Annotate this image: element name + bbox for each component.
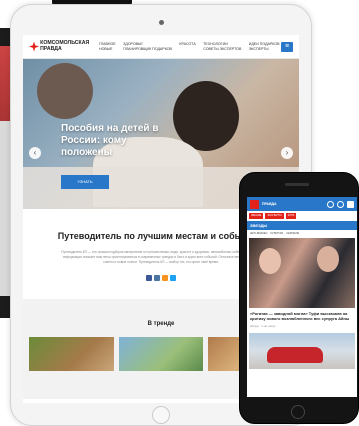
- facebook-icon[interactable]: [146, 275, 152, 281]
- nav-item-gift-planner[interactable]: ПЛАНИРОВЩИК ПОДАРКОВ: [123, 47, 173, 51]
- menu-button[interactable]: ≡: [281, 41, 293, 52]
- nav-item-tech[interactable]: ТЕХНОЛОГИИ: [203, 42, 243, 46]
- site-logo[interactable]: КОМСОМОЛЬСКАЯ ПРАВДА: [29, 40, 99, 52]
- location-icon[interactable]: [337, 200, 344, 208]
- vk-icon[interactable]: [154, 275, 160, 281]
- phone-section-title[interactable]: ЗВЕЗДЫ: [247, 221, 357, 230]
- trend-thumb-dog[interactable]: [29, 337, 114, 371]
- trend-thumb-park[interactable]: [118, 337, 204, 371]
- phone-screen: ПРАВДА ЗВАНИЕ ЭКСПЕРТЫ КЛУБ ЗВЕЗДЫ ШОУ-Б…: [247, 197, 357, 397]
- star-logo-icon: [29, 42, 37, 52]
- twitter-icon[interactable]: [170, 275, 176, 281]
- ok-icon[interactable]: [162, 275, 168, 281]
- phone-tag-showbiz[interactable]: ШОУ-БИЗНЕС: [250, 232, 267, 236]
- menu-icon: ≡: [284, 42, 290, 50]
- chevron-left-icon: ‹: [33, 148, 37, 157]
- hero-photo-father: [37, 63, 93, 119]
- phone-logo[interactable]: ПРАВДА: [262, 202, 324, 206]
- hero-learn-button[interactable]: Узнать: [61, 175, 109, 189]
- main-nav: ГЛАВНОЕ ЗДОРОВЬЕ КРАСОТА ТЕХНОЛОГИИ ИДЕИ…: [99, 42, 281, 51]
- phone-ad-car[interactable]: [249, 333, 355, 369]
- nav-item-experts[interactable]: ЭКСПЕРТЫ: [249, 47, 281, 51]
- phone-article-meta: Звёзды · 1 час назад: [250, 325, 276, 328]
- phone-header: ПРАВДА: [247, 197, 357, 211]
- phone-tag-series[interactable]: СЕРИАЛЫ: [286, 232, 299, 236]
- nav-item-blank: [179, 47, 197, 51]
- phone-tabs: ЗВАНИЕ ЭКСПЕРТЫ КЛУБ: [247, 211, 357, 221]
- phone-article-caption[interactable]: «Рогатая — заводной могла» Туфи высказал…: [250, 311, 354, 321]
- photo-face-man: [317, 246, 339, 272]
- chevron-right-icon: ›: [285, 148, 289, 157]
- user-icon[interactable]: [347, 200, 354, 208]
- phone-tag-culture[interactable]: КУЛЬТУРА: [270, 232, 283, 236]
- nav-item-beauty[interactable]: КРАСОТА: [179, 42, 197, 46]
- nav-item-new[interactable]: НОВЫЕ: [99, 47, 117, 51]
- phone-article-photo[interactable]: [249, 238, 355, 308]
- nav-item-main[interactable]: ГЛАВНОЕ: [99, 42, 117, 46]
- site-logo-text: КОМСОМОЛЬСКАЯ ПРАВДА: [40, 40, 90, 52]
- site-header: КОМСОМОЛЬСКАЯ ПРАВДА ГЛАВНОЕ ЗДОРОВЬЕ КР…: [23, 35, 299, 59]
- guide-text: Путеводитель КП — это лучшая подборка ма…: [61, 250, 261, 264]
- phone-speaker: [285, 183, 309, 186]
- phone-device: ПРАВДА ЗВАНИЕ ЭКСПЕРТЫ КЛУБ ЗВЕЗДЫ ШОУ-Б…: [239, 172, 359, 424]
- carousel-next-button[interactable]: ›: [281, 147, 293, 159]
- phone-tags: ШОУ-БИЗНЕС КУЛЬТУРА СЕРИАЛЫ: [247, 230, 357, 238]
- carousel-prev-button[interactable]: ‹: [29, 147, 41, 159]
- tablet-home-button: [152, 406, 170, 424]
- car-shape: [267, 347, 323, 363]
- nav-item-expert-tips[interactable]: СОВЕТЫ ЭКСПЕРТОВ: [203, 47, 243, 51]
- phone-home-button: [291, 405, 305, 419]
- phone-tab-1[interactable]: ЗВАНИЕ: [249, 213, 264, 219]
- nav-item-gift-ideas[interactable]: ИДЕИ ПОДАРКОВ: [249, 42, 281, 46]
- phone-tab-2[interactable]: ЭКСПЕРТЫ: [265, 213, 284, 219]
- phone-tab-3[interactable]: КЛУБ: [285, 213, 297, 219]
- search-icon[interactable]: [327, 200, 334, 208]
- tablet-camera: [159, 20, 164, 25]
- phone-menu-icon[interactable]: [250, 199, 259, 209]
- promo-collage: КОМСОМОЛЬСКАЯ ПРАВДА ГЛАВНОЕ ЗДОРОВЬЕ КР…: [0, 0, 359, 426]
- hero-title[interactable]: Пособия на детей в России: кому положены: [61, 123, 171, 159]
- nav-item-health[interactable]: ЗДОРОВЬЕ: [123, 42, 173, 46]
- photo-face-woman: [259, 248, 281, 274]
